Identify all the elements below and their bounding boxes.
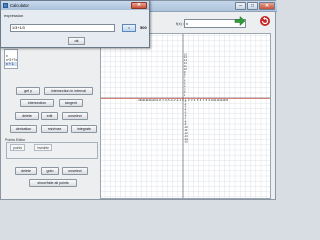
calculator-dialog: Calculator ✕ expression = 500 ok: [0, 0, 150, 48]
minmax-button[interactable]: min/max: [41, 125, 68, 133]
calculator-app-icon: [3, 3, 8, 8]
y-tick-label: 1: [184, 93, 186, 97]
calculator-titlebar[interactable]: Calculator ✕: [1, 1, 149, 10]
ok-button[interactable]: ok: [68, 37, 85, 45]
go-arrow-icon[interactable]: [234, 15, 246, 27]
graph-canvas[interactable]: -15 -14 -13 -12 -11 -10 -9 -8 -7 -6 -5 -4 -3 -2 -1 0 1 2 3…: [101, 34, 271, 199]
expression-label: expression: [4, 13, 24, 18]
delete-point-button[interactable]: delete: [15, 167, 37, 175]
goto-point-button[interactable]: goto: [41, 167, 59, 175]
close-button[interactable]: ✕: [259, 2, 275, 10]
get-y-button[interactable]: get y: [16, 87, 40, 95]
function-list[interactable]: x x^2+7x+5 x + 1: [4, 49, 18, 69]
window-controls: – □ ✕: [235, 2, 275, 10]
delete-function-button[interactable]: delete: [15, 112, 39, 120]
tab-points[interactable]: points: [10, 144, 26, 151]
tab-invisible[interactable]: invisible: [34, 144, 53, 151]
intersection-interval-button[interactable]: intersection in interval: [44, 87, 93, 95]
result-value: 500: [140, 25, 147, 30]
y-tick-label: -15: [184, 140, 188, 144]
unselect-function-button[interactable]: unselect: [62, 112, 88, 120]
integrate-button[interactable]: integrate: [71, 125, 97, 133]
unselect-point-button[interactable]: unselect: [62, 167, 88, 175]
tangent-button[interactable]: tangent: [59, 99, 83, 107]
calculator-title: Calculator: [10, 3, 29, 8]
graph-area[interactable]: -15 -14 -13 -12 -11 -10 -9 -8 -7 -6 -5 -4 -3 -2 -1 0 1 2 3…: [100, 33, 271, 199]
intersection-button[interactable]: intersection: [20, 99, 54, 107]
minimize-button[interactable]: –: [235, 2, 246, 10]
equals-button[interactable]: =: [122, 24, 136, 32]
list-item[interactable]: [5, 66, 17, 70]
expression-input[interactable]: [10, 24, 115, 32]
show-hide-points-button[interactable]: show/hide all points: [29, 179, 77, 187]
derivative-button[interactable]: derivation: [10, 125, 37, 133]
reset-icon[interactable]: [259, 15, 271, 27]
calculator-close-button[interactable]: ✕: [131, 2, 147, 9]
edit-function-button[interactable]: edit: [41, 112, 58, 120]
maximize-button[interactable]: □: [247, 2, 258, 10]
